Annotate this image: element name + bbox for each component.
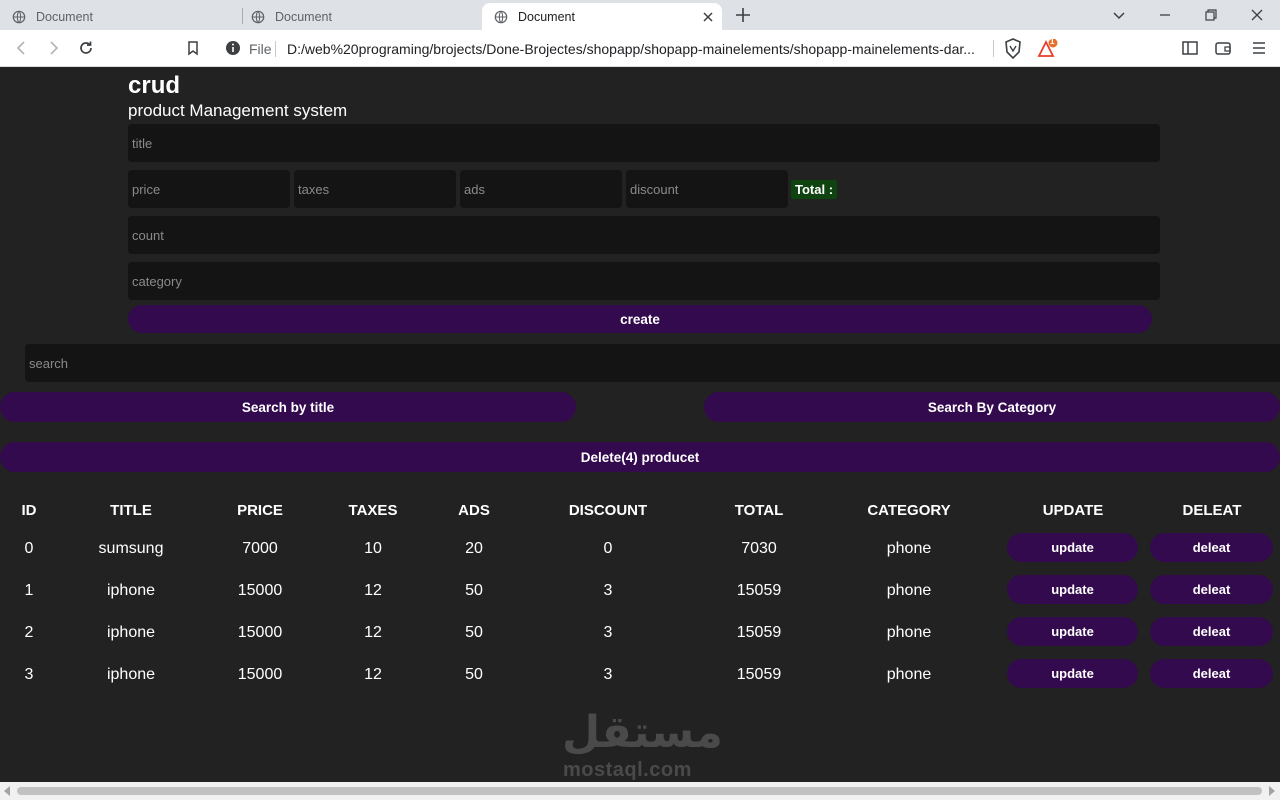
url-scheme-label: File	[249, 41, 272, 57]
ads-input[interactable]	[460, 170, 622, 208]
table-row: 3 iphone 15000 12 50 3 15059 phone updat…	[0, 618, 1280, 688]
taxes-input[interactable]	[294, 170, 456, 208]
chevron-down-icon[interactable]	[1110, 6, 1128, 24]
cell-ads: 50	[465, 666, 483, 683]
watermark-latin: mostaql.com	[563, 759, 692, 781]
tab-title: Document	[518, 9, 575, 24]
tab-title: Document	[275, 9, 332, 24]
info-icon[interactable]	[225, 40, 241, 56]
url-divider	[993, 40, 994, 57]
forward-arrow-icon[interactable]	[44, 39, 62, 57]
bookmark-icon[interactable]	[184, 39, 202, 57]
address-bar[interactable]: File D:/web%20programing/brojects/Done-B…	[216, 34, 1068, 63]
scroll-left-arrow-icon[interactable]	[4, 786, 10, 796]
app-title: crud	[128, 72, 181, 99]
search-input[interactable]	[25, 344, 1280, 382]
cell-title: iphone	[106, 666, 156, 683]
price-input[interactable]	[128, 170, 290, 208]
browser-tab-1[interactable]: Document	[0, 3, 242, 30]
cell-id: 3	[24, 666, 34, 683]
browser-toolbar: File D:/web%20programing/brojects/Done-B…	[0, 30, 1280, 67]
brave-rewards-icon[interactable]	[1037, 39, 1059, 58]
globe-icon	[494, 10, 508, 23]
minimize-icon[interactable]	[1156, 6, 1174, 24]
close-window-icon[interactable]	[1248, 6, 1266, 24]
app-subtitle: product Management system	[128, 101, 348, 120]
close-tab-icon[interactable]	[700, 9, 716, 25]
cell-price: 15000	[237, 666, 283, 683]
search-by-title-button[interactable]: Search by title	[0, 392, 576, 422]
scroll-right-arrow-icon[interactable]	[1269, 786, 1275, 796]
url-text[interactable]: D:/web%20programing/brojects/Done-Brojec…	[287, 41, 987, 57]
discount-input[interactable]	[626, 170, 788, 208]
scrollbar-thumb[interactable]	[17, 787, 1262, 795]
cell-discount: 3	[603, 666, 613, 683]
delete-all-button[interactable]: Delete(4) producet	[0, 442, 1280, 472]
menu-icon[interactable]	[1250, 39, 1268, 57]
new-tab-plus-icon[interactable]	[734, 6, 752, 24]
cell-total: 15059	[736, 666, 782, 683]
delete-button[interactable]: deleat	[1150, 659, 1273, 688]
title-input[interactable]	[128, 124, 1160, 162]
reload-icon[interactable]	[77, 39, 95, 57]
rewards-count-badge: 1	[1050, 37, 1055, 46]
horizontal-scrollbar[interactable]	[0, 782, 1280, 800]
brave-shield-icon[interactable]	[1003, 38, 1023, 59]
count-input[interactable]	[128, 216, 1160, 254]
globe-icon	[251, 10, 265, 23]
table-row: 1 iphone 15000 12 50 3 15059 phone updat…	[0, 534, 1280, 604]
browser-tab-2[interactable]: Document	[239, 3, 481, 30]
page-content: crud product Management system Total : c…	[0, 67, 1280, 800]
update-button[interactable]: update	[1007, 659, 1138, 688]
browser-tab-3-active[interactable]: Document	[482, 3, 722, 30]
table-row: 2 iphone 15000 12 50 3 15059 phone updat…	[0, 576, 1280, 646]
url-divider	[275, 41, 276, 57]
tab-strip: Document Document Document	[0, 0, 1280, 30]
table-row: 0 sumsung 7000 10 20 0 7030 phone update…	[0, 492, 1280, 562]
cell-category: phone	[886, 666, 932, 683]
watermark-arabic: مستقل	[562, 707, 723, 758]
globe-icon	[12, 10, 26, 23]
wallet-icon[interactable]	[1214, 39, 1232, 57]
cell-taxes: 12	[364, 666, 382, 683]
create-button[interactable]: create	[128, 305, 1152, 333]
restore-icon[interactable]	[1202, 6, 1220, 24]
back-arrow-icon[interactable]	[13, 39, 31, 57]
total-badge: Total :	[791, 180, 838, 199]
sidebar-toggle-icon[interactable]	[1181, 39, 1199, 57]
category-input[interactable]	[128, 262, 1160, 300]
tab-title: Document	[36, 9, 93, 24]
search-by-category-button[interactable]: Search By Category	[704, 392, 1280, 422]
